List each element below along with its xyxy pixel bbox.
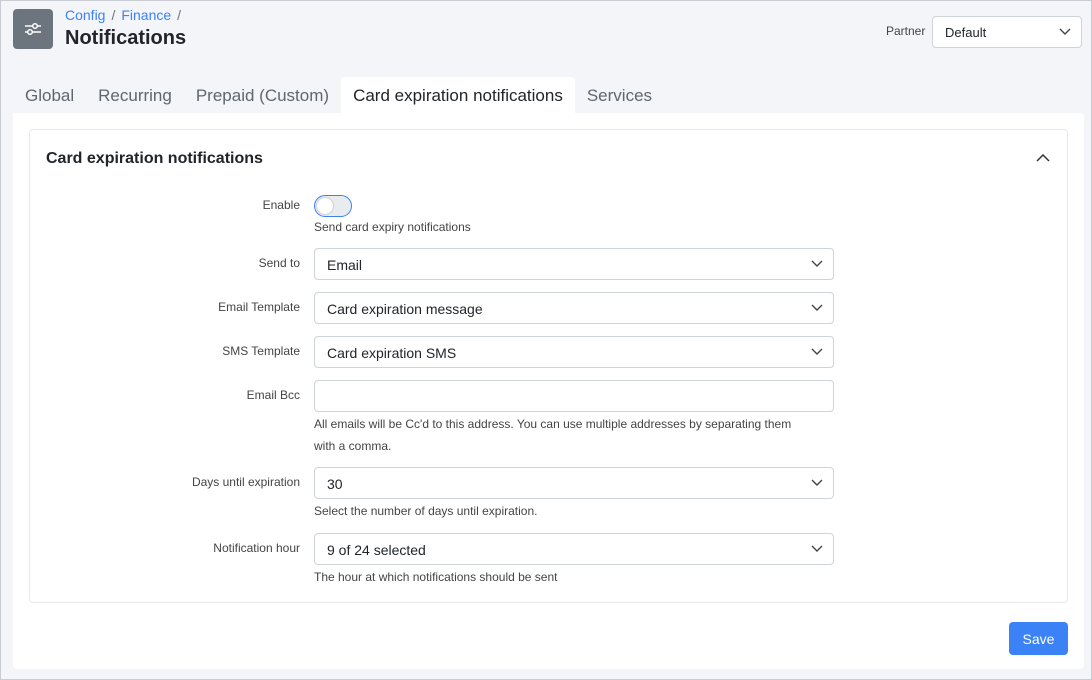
tab-services[interactable]: Services bbox=[575, 77, 664, 113]
email-bcc-label: Email Bcc bbox=[246, 388, 300, 402]
settings-card: Card expiration notifications Enable Sen… bbox=[29, 129, 1068, 603]
send-to-select[interactable]: Email bbox=[314, 248, 834, 280]
notification-hour-value: 9 of 24 selected bbox=[327, 542, 426, 558]
partner-select-value: Default bbox=[945, 25, 987, 40]
enable-toggle[interactable] bbox=[314, 195, 352, 217]
app-frame: Config / Finance / Notifications Partner… bbox=[0, 0, 1092, 680]
tab-bar: Global Recurring Prepaid (Custom) Card e… bbox=[13, 77, 664, 113]
partner-label: Partner bbox=[886, 24, 926, 38]
notification-hour-select[interactable]: 9 of 24 selected bbox=[314, 533, 834, 565]
chevron-down-icon bbox=[811, 545, 823, 552]
email-bcc-input[interactable] bbox=[314, 380, 834, 412]
chevron-down-icon bbox=[1059, 28, 1071, 35]
notification-hour-label: Notification hour bbox=[213, 541, 300, 555]
enable-label: Enable bbox=[262, 198, 300, 212]
breadcrumb-separator: / bbox=[111, 7, 116, 23]
email-bcc-help-line1: All emails will be Cc'd to this address.… bbox=[314, 417, 792, 431]
chevron-down-icon bbox=[811, 304, 823, 311]
save-button[interactable]: Save bbox=[1009, 622, 1068, 655]
email-template-value: Card expiration message bbox=[327, 301, 483, 317]
email-template-label: Email Template bbox=[218, 300, 300, 314]
tab-card-expiration-notifications[interactable]: Card expiration notifications bbox=[341, 77, 575, 113]
breadcrumb: Config / Finance / bbox=[65, 7, 181, 23]
chevron-down-icon bbox=[811, 260, 823, 267]
days-until-expiration-value: 30 bbox=[327, 476, 343, 492]
days-until-expiration-label: Days until expiration bbox=[191, 475, 300, 489]
email-template-select[interactable]: Card expiration message bbox=[314, 292, 834, 324]
partner-select[interactable]: Default bbox=[932, 16, 1082, 48]
sms-template-value: Card expiration SMS bbox=[327, 345, 457, 361]
tab-recurring[interactable]: Recurring bbox=[86, 77, 184, 113]
chevron-up-icon[interactable] bbox=[1035, 150, 1051, 166]
toggle-knob bbox=[317, 198, 333, 214]
chevron-down-icon bbox=[811, 348, 823, 355]
notification-hour-help: The hour at which notifications should b… bbox=[314, 570, 558, 584]
send-to-label: Send to bbox=[258, 256, 300, 270]
tab-prepaid-custom[interactable]: Prepaid (Custom) bbox=[184, 77, 341, 113]
chevron-down-icon bbox=[811, 479, 823, 486]
tab-global[interactable]: Global bbox=[13, 77, 86, 113]
days-until-expiration-select[interactable]: 30 bbox=[314, 467, 834, 499]
send-to-value: Email bbox=[327, 257, 363, 273]
breadcrumb-config[interactable]: Config bbox=[65, 7, 105, 23]
card-title: Card expiration notifications bbox=[46, 150, 263, 167]
days-until-expiration-help: Select the number of days until expirati… bbox=[314, 504, 538, 518]
page-title: Notifications bbox=[65, 27, 187, 49]
tab-panel: Card expiration notifications Enable Sen… bbox=[13, 113, 1084, 669]
sliders-icon bbox=[13, 9, 53, 49]
enable-help: Send card expiry notifications bbox=[314, 220, 471, 234]
sms-template-label: SMS Template bbox=[222, 344, 300, 358]
breadcrumb-separator: / bbox=[177, 7, 182, 23]
breadcrumb-finance[interactable]: Finance bbox=[121, 7, 171, 23]
email-bcc-help-line2: with a comma. bbox=[314, 439, 392, 453]
sms-template-select[interactable]: Card expiration SMS bbox=[314, 336, 834, 368]
